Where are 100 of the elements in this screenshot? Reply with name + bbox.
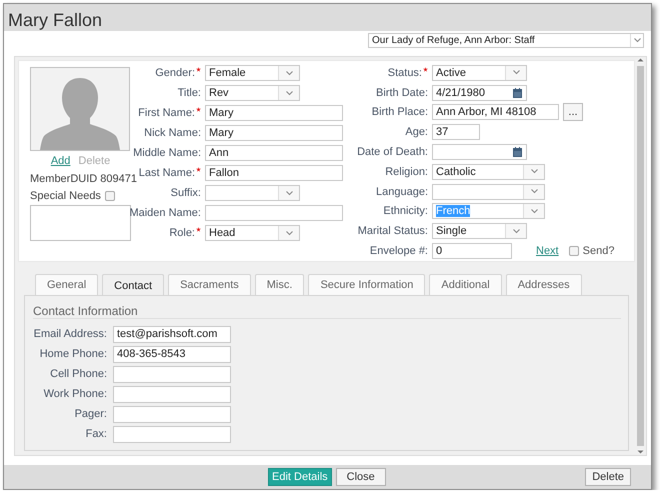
dropdown[interactable]: Single (432, 223, 527, 240)
field-label: Religion: (385, 166, 428, 178)
field-label: Middle Name: (133, 147, 201, 159)
field-value: test@parishsoft.com (117, 328, 218, 340)
field-value: Ann (209, 147, 230, 159)
field-label: Home Phone: (38, 348, 107, 360)
field-label: Pager: (74, 408, 107, 420)
field-value: Catholic (436, 166, 477, 178)
field-label: Title: (178, 87, 201, 99)
calendar-icon[interactable] (513, 88, 522, 98)
field-value: Head (209, 227, 236, 239)
field-value: Single (436, 225, 468, 238)
caret-icon (286, 90, 292, 96)
dropdown[interactable] (432, 184, 545, 200)
send-checkbox[interactable] (568, 246, 579, 256)
calendar-icon[interactable] (513, 147, 522, 158)
field-value: Mary (209, 127, 234, 139)
tab[interactable]: Contact (102, 274, 164, 296)
field-value: 0 (436, 245, 444, 258)
scrollbar[interactable] (635, 57, 646, 455)
text-field[interactable] (113, 426, 231, 442)
field-label: Fax: (84, 428, 107, 440)
text-field[interactable] (113, 406, 231, 422)
text-field[interactable]: Ann Arbor, MI 48108 (432, 104, 559, 120)
date-field[interactable]: 4/21/1980 (432, 84, 527, 101)
tab[interactable]: Additional (429, 274, 502, 295)
field-value: Active (436, 66, 467, 79)
field-label: Envelope #: (370, 245, 428, 258)
field-label: Age: (405, 126, 428, 138)
tab[interactable]: Misc. (254, 274, 304, 295)
text-field[interactable]: Fallon (205, 165, 343, 181)
field-label: Date of Death: (357, 146, 428, 158)
field-value: Ann Arbor, MI 48108 (436, 106, 538, 118)
field-value: 408-365-8543 (117, 348, 186, 360)
browse-button[interactable]: ... (563, 103, 583, 122)
person-silhouette-icon (40, 76, 120, 150)
dropdown-value: Our Lady of Refuge, Ann Arbor: Staff (372, 35, 535, 46)
field-label: Nick Name: (144, 127, 201, 139)
field-label: Marital Status: (358, 225, 428, 238)
dropdown[interactable]: Head (205, 225, 300, 241)
text-field[interactable]: test@parishsoft.com (113, 326, 231, 342)
field-label: Cell Phone: (49, 368, 107, 380)
date-field[interactable] (432, 144, 527, 160)
field-label: Status: (388, 66, 422, 79)
checkbox-label: Send? (582, 245, 614, 258)
caret-icon (286, 70, 292, 76)
text-field[interactable]: 37 (432, 124, 480, 140)
next-link[interactable]: Next (536, 245, 559, 258)
photo-link[interactable]: Add (50, 155, 70, 167)
field-label: Birth Date: (376, 86, 428, 99)
dropdown[interactable]: Active (432, 64, 527, 81)
tab[interactable]: Addresses (506, 274, 582, 295)
caret-icon (530, 169, 538, 174)
field-label: Last Name: (138, 167, 195, 179)
text-field[interactable]: Ann (205, 145, 343, 161)
dropdown[interactable]: Rev (205, 85, 300, 101)
text-field[interactable]: 0 (432, 243, 512, 260)
field-label: Gender: (155, 67, 195, 79)
caret-icon (530, 208, 538, 214)
text-field[interactable]: Mary (205, 105, 343, 121)
member-id: MemberDUID 809471 (30, 173, 137, 185)
section-heading: Contact Information (33, 304, 621, 319)
notes-textarea[interactable] (30, 205, 131, 241)
dropdown[interactable]: Catholic (432, 164, 545, 180)
scroll-up-icon[interactable] (637, 57, 644, 63)
caret-icon (286, 230, 292, 236)
tab[interactable]: General (35, 274, 98, 295)
scroll-down-icon[interactable] (637, 449, 644, 455)
caret-icon (634, 38, 640, 43)
text-field[interactable] (205, 205, 343, 221)
organization-dropdown[interactable]: Our Lady of Refuge, Ann Arbor: Staff (368, 33, 644, 48)
text-field[interactable] (113, 366, 231, 382)
special-needs-checkbox[interactable] (104, 191, 115, 201)
field-label: Birth Place: (372, 106, 428, 118)
caret-icon (512, 228, 520, 234)
caret-icon (286, 190, 292, 196)
field-value: Fallon (209, 167, 240, 179)
field-label: Suffix: (170, 187, 201, 199)
action-button[interactable]: Close (336, 468, 386, 486)
tab[interactable]: Sacraments (168, 274, 251, 295)
field-label: Email Address: (32, 328, 107, 340)
field-label: Language: (376, 186, 428, 198)
dropdown[interactable] (205, 185, 300, 201)
tab[interactable]: Secure Information (308, 274, 426, 295)
field-value: 4/21/1980 (436, 86, 486, 99)
dropdown[interactable]: Female (205, 65, 300, 81)
field-label: Maiden Name: (129, 207, 201, 219)
field-label: Ethnicity: (383, 205, 428, 218)
field-value: French (436, 205, 470, 218)
field-label: First Name: (138, 107, 195, 119)
text-field[interactable]: 408-365-8543 (113, 346, 231, 362)
text-field[interactable]: Mary (205, 125, 343, 141)
checkbox-label: Special Needs (30, 190, 101, 202)
field-value: 37 (436, 126, 450, 138)
caret-icon (530, 189, 538, 194)
action-button[interactable]: Delete (585, 468, 631, 486)
text-field[interactable] (113, 386, 231, 402)
caret-icon (512, 70, 520, 76)
window-title: Mary Fallon (8, 9, 102, 31)
field-value: Mary (209, 107, 234, 119)
